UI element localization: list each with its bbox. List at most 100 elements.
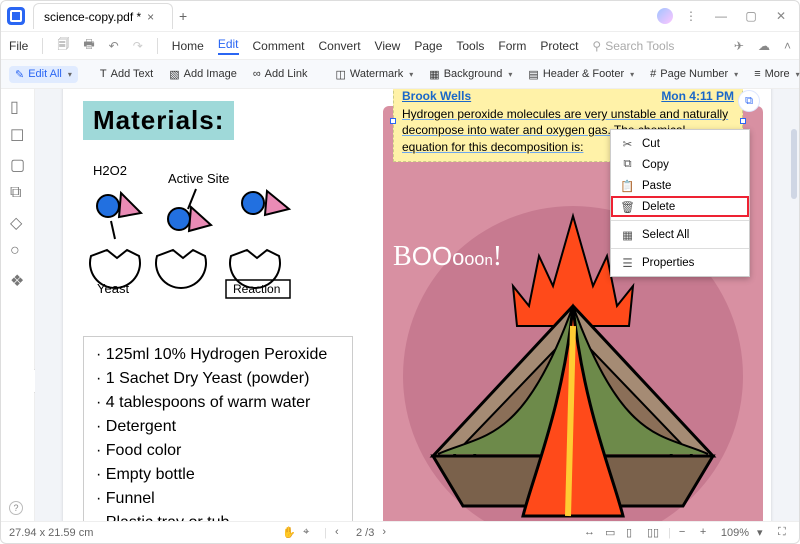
page-indicator[interactable]: 2 /3: [356, 527, 374, 539]
annotation-author: Brook Wells: [402, 89, 471, 104]
two-page-icon[interactable]: ▯▯: [647, 526, 660, 539]
thumbnails-icon[interactable]: ▯: [10, 97, 25, 112]
new-tab-button[interactable]: +: [179, 8, 187, 24]
close-window-button[interactable]: ✕: [769, 9, 793, 23]
tab-edit[interactable]: Edit: [218, 37, 239, 55]
background-label: Background: [444, 68, 503, 80]
page-number-button[interactable]: #Page Number▾: [644, 66, 744, 82]
hand-tool-icon[interactable]: ✋: [282, 526, 295, 539]
add-text-button[interactable]: T Add Text: [94, 66, 159, 82]
search-tools[interactable]: ⚲ Search Tools: [592, 39, 674, 53]
chevron-up-icon[interactable]: ˄: [784, 39, 791, 53]
ctx-paste[interactable]: 📋Paste: [611, 175, 749, 196]
select-all-icon: ▦: [621, 228, 634, 241]
pencil-icon: ✎: [15, 68, 24, 81]
undo-icon[interactable]: ↶: [109, 39, 119, 53]
redo-icon[interactable]: ↷: [133, 39, 143, 53]
watermark-button[interactable]: ◫Watermark▾: [329, 66, 419, 83]
list-item: Funnel: [96, 487, 340, 511]
edit-all-button[interactable]: ✎ Edit All ▾: [9, 66, 78, 83]
bookmark-icon[interactable]: ☐: [10, 126, 25, 141]
search-placeholder: Search Tools: [605, 39, 674, 53]
next-page-icon[interactable]: ›: [382, 526, 395, 539]
account-icon[interactable]: [657, 8, 673, 24]
tab-form[interactable]: Form: [498, 39, 526, 53]
list-item: Empty bottle: [96, 463, 340, 487]
help-icon[interactable]: ?: [9, 501, 23, 515]
background-icon: ▦: [429, 68, 439, 81]
chevron-down-icon[interactable]: ▾: [757, 526, 770, 539]
layers-icon[interactable]: ❖: [10, 271, 25, 286]
search-side-icon[interactable]: ○: [10, 242, 25, 257]
header-footer-icon: ▤: [528, 68, 538, 81]
chevron-down-icon: ▾: [734, 70, 738, 79]
document-tab[interactable]: science-copy.pdf * ×: [33, 3, 173, 29]
minimize-button[interactable]: —: [709, 9, 733, 23]
select-tool-icon[interactable]: ⌖: [303, 526, 316, 539]
fullscreen-icon[interactable]: ⛶: [778, 526, 791, 539]
prev-page-icon[interactable]: ‹: [335, 526, 348, 539]
fit-page-icon[interactable]: ▭: [605, 526, 618, 539]
tab-convert[interactable]: Convert: [319, 39, 361, 53]
app-icon: [7, 7, 25, 25]
tab-page[interactable]: Page: [414, 39, 442, 53]
more-button[interactable]: ≡More▾: [748, 66, 800, 82]
ctx-label: Properties: [642, 257, 694, 269]
ctx-label: Copy: [642, 159, 669, 171]
header-footer-label: Header & Footer: [543, 68, 624, 80]
tab-protect[interactable]: Protect: [540, 39, 578, 53]
zoom-out-icon[interactable]: −: [679, 526, 692, 539]
maximize-button[interactable]: ▢: [739, 9, 763, 23]
page-canvas: Materials: H2O2 Active Site Yeast: [63, 89, 771, 521]
background-button[interactable]: ▦Background▾: [423, 66, 518, 83]
watermark-label: Watermark: [350, 68, 403, 80]
properties-icon: ☰: [621, 256, 634, 269]
paste-icon: 📋: [621, 179, 634, 192]
zoom-in-icon[interactable]: +: [700, 526, 713, 539]
attachments-icon[interactable]: ⧉: [10, 184, 25, 199]
list-item: 1 Sachet Dry Yeast (powder): [96, 367, 340, 391]
fit-width-icon[interactable]: ↔: [584, 526, 597, 539]
header-footer-button[interactable]: ▤Header & Footer▾: [522, 66, 640, 83]
comments-icon[interactable]: ▢: [10, 155, 25, 170]
edit-all-label: Edit All: [28, 68, 62, 80]
menu-file[interactable]: File: [9, 39, 28, 53]
ctx-copy[interactable]: ⧉Copy: [611, 154, 749, 175]
add-link-button[interactable]: ∞Add Link: [247, 66, 314, 82]
tab-view[interactable]: View: [375, 39, 401, 53]
chevron-down-icon: ▾: [68, 70, 72, 79]
tab-home[interactable]: Home: [172, 39, 204, 53]
add-text-label: Add Text: [111, 68, 154, 80]
annotation-timestamp: Mon 4:11 PM: [661, 89, 734, 104]
kebab-icon[interactable]: ⋮: [679, 9, 703, 23]
document-viewport[interactable]: Materials: H2O2 Active Site Yeast: [35, 89, 799, 521]
heading-materials: Materials:: [83, 101, 234, 140]
close-tab-icon[interactable]: ×: [147, 10, 154, 24]
print-icon[interactable]: 🖶: [83, 35, 94, 56]
trash-icon: 🗑: [621, 200, 634, 213]
scrollbar-thumb[interactable]: [791, 129, 797, 199]
ctx-properties[interactable]: ☰ Properties: [611, 252, 749, 273]
annotation-options-icon[interactable]: ⧉: [738, 90, 760, 112]
single-page-icon[interactable]: ▯: [626, 526, 639, 539]
ctx-select-all[interactable]: ▦Select All: [611, 224, 749, 245]
tab-comment[interactable]: Comment: [253, 39, 305, 53]
page-number-icon: #: [650, 68, 656, 80]
save-icon[interactable]: 🗐: [57, 35, 69, 56]
chevron-down-icon: ▾: [409, 70, 413, 79]
materials-list: 125ml 10% Hydrogen Peroxide 1 Sachet Dry…: [83, 336, 353, 521]
svg-text:Active Site: Active Site: [168, 171, 229, 186]
tab-tools[interactable]: Tools: [456, 39, 484, 53]
total-pages: 3: [368, 527, 374, 539]
share-icon[interactable]: ✈: [734, 39, 744, 53]
ctx-cut[interactable]: ✂Cut: [611, 133, 749, 154]
text-icon: T: [100, 68, 107, 80]
cloud-fields-icon[interactable]: ◇: [10, 213, 25, 228]
page-dimensions: 27.94 x 21.59 cm: [9, 527, 93, 539]
vertical-scrollbar[interactable]: [789, 89, 797, 499]
ctx-label: Delete: [642, 201, 675, 213]
add-image-button[interactable]: ▧Add Image: [163, 66, 243, 83]
zoom-level[interactable]: 109%: [721, 527, 749, 539]
ctx-delete[interactable]: 🗑 Delete: [611, 196, 749, 217]
cloud-icon[interactable]: ☁: [758, 39, 770, 53]
